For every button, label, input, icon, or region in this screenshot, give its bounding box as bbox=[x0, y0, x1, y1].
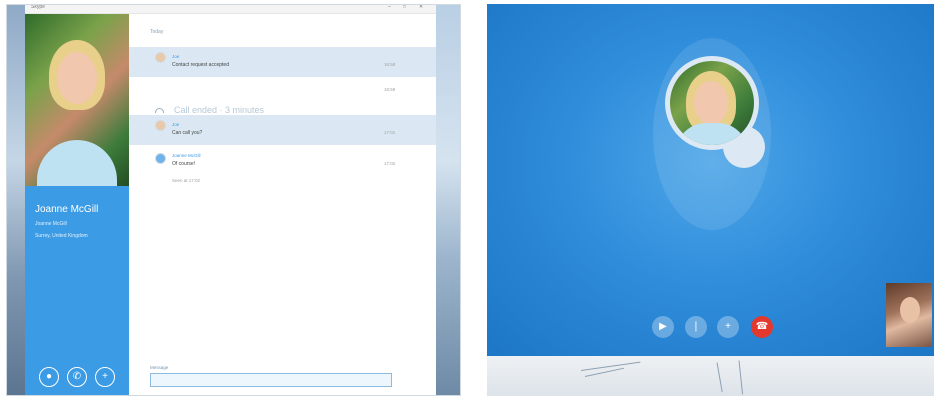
contact-photo bbox=[25, 14, 129, 186]
read-receipt: Seen at 17:02 bbox=[172, 178, 201, 183]
add-people-button[interactable]: + bbox=[717, 316, 739, 338]
photo-shirt bbox=[37, 140, 117, 186]
contact-name: Joanne McGill bbox=[35, 204, 99, 215]
minimize-button[interactable]: – bbox=[388, 5, 391, 10]
title-bar: Skype – □ ✕ bbox=[25, 5, 436, 14]
message-sender: Joe bbox=[172, 54, 180, 59]
call-time: 16:59 bbox=[384, 87, 396, 92]
plus-icon: + bbox=[725, 321, 731, 332]
callee-avatar bbox=[670, 61, 754, 145]
skype-chat-screenshot: Skype – □ ✕ Joanne McGill Joanne McGill … bbox=[6, 4, 461, 396]
video-call-button[interactable]: ● bbox=[39, 367, 59, 387]
sender-avatar bbox=[155, 52, 166, 63]
skype-call-screenshot: ▶ ❘ + ☎ bbox=[487, 4, 934, 396]
self-video-preview bbox=[886, 283, 932, 347]
desktop-wallpaper-left bbox=[7, 5, 25, 395]
hang-up-icon: ☎ bbox=[755, 321, 769, 332]
skype-window: Skype – □ ✕ Joanne McGill Joanne McGill … bbox=[25, 5, 436, 395]
message-time: 17:01 bbox=[384, 130, 396, 135]
phone-icon bbox=[155, 108, 164, 113]
message-row[interactable]: Joanne McGill Of course! 17:02 Seen at 1… bbox=[129, 148, 436, 190]
desktop-wallpaper-right bbox=[434, 5, 460, 395]
message-sender: Joanne McGill bbox=[172, 153, 201, 158]
message-row[interactable]: Joe Can call you? 17:01 bbox=[129, 115, 436, 145]
sender-avatar bbox=[155, 120, 166, 131]
video-camera-icon: ● bbox=[45, 371, 53, 382]
plus-icon: + bbox=[102, 371, 108, 382]
message-time: 17:02 bbox=[384, 161, 396, 166]
contact-profile-panel: Joanne McGill Joanne McGill Surrey, Unit… bbox=[25, 14, 129, 395]
photo-face bbox=[57, 52, 97, 104]
photo-shirt bbox=[676, 123, 748, 145]
photo-face bbox=[694, 81, 728, 125]
message-time: 16:58 bbox=[384, 62, 396, 67]
video-camera-icon: ▶ bbox=[659, 321, 667, 332]
sender-avatar bbox=[155, 153, 166, 164]
maximize-button[interactable]: □ bbox=[403, 5, 406, 10]
message-text: Can call you? bbox=[172, 130, 203, 136]
desk-scribble bbox=[738, 360, 744, 395]
conversation-pane: Today Joe Contact request accepted 16:58… bbox=[129, 14, 436, 395]
contact-location: Surrey, United Kingdom bbox=[35, 233, 88, 239]
message-text: Contact request accepted bbox=[172, 62, 229, 68]
add-button[interactable]: + bbox=[95, 367, 115, 387]
desk-scribble bbox=[716, 362, 723, 393]
close-button[interactable]: ✕ bbox=[419, 5, 423, 10]
call-ended-text: Call ended · 3 minutes bbox=[174, 105, 265, 115]
mute-button[interactable]: ❘ bbox=[685, 316, 707, 338]
contact-status: Joanne McGill bbox=[35, 221, 67, 227]
message-sender: Joe bbox=[172, 122, 180, 127]
self-face bbox=[900, 297, 920, 323]
microphone-icon: ❘ bbox=[691, 321, 701, 332]
audio-call-button[interactable]: ✆ bbox=[67, 367, 87, 387]
hang-up-button[interactable]: ☎ bbox=[751, 316, 773, 338]
message-input[interactable] bbox=[150, 373, 392, 387]
video-toggle-button[interactable]: ▶ bbox=[652, 316, 674, 338]
message-text: Of course! bbox=[172, 161, 196, 167]
date-separator: Today bbox=[150, 29, 164, 35]
window-title: Skype bbox=[31, 4, 45, 10]
message-input-label: Message bbox=[150, 365, 169, 370]
phone-icon: ✆ bbox=[72, 371, 82, 382]
desk-surface bbox=[487, 356, 934, 396]
message-row[interactable]: Joe Contact request accepted 16:58 bbox=[129, 47, 436, 77]
